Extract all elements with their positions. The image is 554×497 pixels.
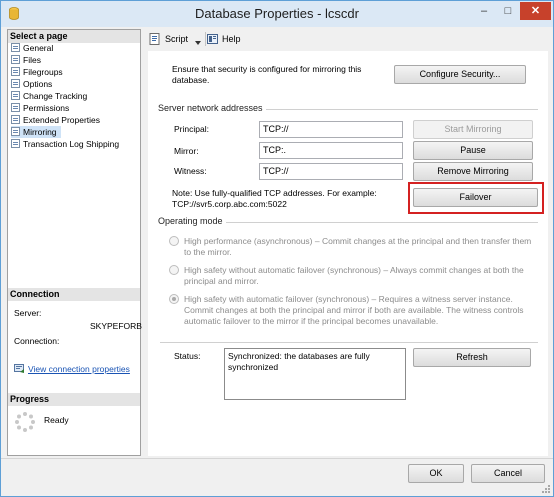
principal-label: Principal: [174, 124, 209, 134]
left-pane: Select a page General Files Filegroups O… [7, 29, 142, 456]
page-files[interactable]: Files [11, 54, 41, 66]
server-network-addresses-label: Server network addresses [158, 103, 266, 113]
toolbar: Script Help [142, 29, 553, 49]
server-label: Server: [14, 308, 42, 318]
toolbar-separator [205, 32, 206, 46]
close-button[interactable]: ✕ [520, 2, 551, 20]
footer-separator [1, 458, 553, 459]
page-icon [11, 115, 20, 124]
remove-mirroring-button[interactable]: Remove Mirroring [413, 162, 533, 181]
configure-security-button[interactable]: Configure Security... [394, 65, 526, 84]
title-bar[interactable]: Database Properties - lcscdr – □ ✕ [1, 1, 553, 27]
mirror-label: Mirror: [174, 146, 199, 156]
page-icon [11, 139, 20, 148]
minimize-button[interactable]: – [472, 2, 496, 20]
resize-grip-icon[interactable] [541, 484, 551, 494]
option-high-safety-auto-failover-text: High safety with automatic failover (syn… [184, 294, 524, 326]
server-value: SKYPEFORB [90, 321, 142, 331]
tcp-note-line1: Note: Use fully-qualified TCP addresses.… [172, 188, 377, 198]
window-title: Database Properties - lcscdr [194, 6, 359, 21]
start-mirroring-button[interactable]: Start Mirroring [413, 120, 533, 139]
option-high-safety-auto-failover-radio[interactable] [169, 294, 179, 304]
option-high-performance-text: High performance (asynchronous) – Commit… [184, 236, 532, 257]
page-general[interactable]: General [11, 42, 53, 54]
failover-button[interactable]: Failover [413, 188, 538, 207]
script-button[interactable]: Script [165, 32, 188, 46]
progress-header: Progress [8, 393, 140, 406]
page-transaction-log-shipping[interactable]: Transaction Log Shipping [11, 138, 119, 150]
help-button[interactable]: Help [222, 32, 241, 46]
progress-spinner-icon [14, 411, 36, 433]
connection-header: Connection [8, 288, 140, 301]
pause-button[interactable]: Pause [413, 141, 533, 160]
page-icon [11, 43, 20, 52]
status-label: Status: [174, 351, 201, 361]
help-icon [207, 33, 219, 45]
page-options[interactable]: Options [11, 78, 52, 90]
page-extended-properties[interactable]: Extended Properties [11, 114, 100, 126]
status-box: Synchronized: the databases are fully sy… [224, 348, 406, 400]
option-high-safety-no-failover-text: High safety without automatic failover (… [184, 265, 524, 286]
dialog-window: Database Properties - lcscdr – □ ✕ Selec… [0, 0, 554, 497]
option-high-performance-radio[interactable] [169, 236, 179, 246]
maximize-button[interactable]: □ [497, 2, 519, 20]
connection-label: Connection: [14, 336, 60, 346]
status-text-line2: synchronized [228, 362, 279, 372]
tcp-note-line2: TCP://svr5.corp.abc.com:5022 [172, 199, 287, 209]
connection-properties-icon [14, 364, 25, 374]
status-text-line1: Synchronized: the databases are fully [228, 351, 370, 361]
page-permissions[interactable]: Permissions [11, 102, 69, 114]
view-connection-properties-link[interactable]: View connection properties [28, 364, 130, 374]
page-icon [11, 67, 20, 76]
principal-field[interactable]: TCP:// [259, 121, 403, 138]
page-icon [11, 55, 20, 64]
page-mirroring[interactable]: Mirroring [11, 126, 61, 138]
page-icon [11, 103, 20, 112]
page-change-tracking[interactable]: Change Tracking [11, 90, 87, 102]
refresh-button[interactable]: Refresh [413, 348, 531, 367]
operating-mode-label: Operating mode [158, 216, 226, 226]
page-filegroups[interactable]: Filegroups [11, 66, 63, 78]
page-icon [11, 79, 20, 88]
page-icon [11, 91, 20, 100]
mirroring-page: Ensure that security is configured for m… [148, 51, 548, 456]
status-divider [160, 342, 538, 343]
page-icon [11, 127, 20, 136]
security-note-line1: Ensure that security is configured for m… [172, 64, 362, 85]
progress-status: Ready [44, 415, 69, 425]
ok-button[interactable]: OK [408, 464, 464, 483]
chevron-down-icon[interactable] [195, 37, 201, 45]
script-icon [149, 33, 161, 45]
witness-field[interactable]: TCP:// [259, 163, 403, 180]
mirror-field[interactable]: TCP:. [259, 142, 403, 159]
cancel-button[interactable]: Cancel [471, 464, 545, 483]
option-high-safety-no-failover-radio[interactable] [169, 265, 179, 275]
witness-label: Witness: [174, 166, 207, 176]
